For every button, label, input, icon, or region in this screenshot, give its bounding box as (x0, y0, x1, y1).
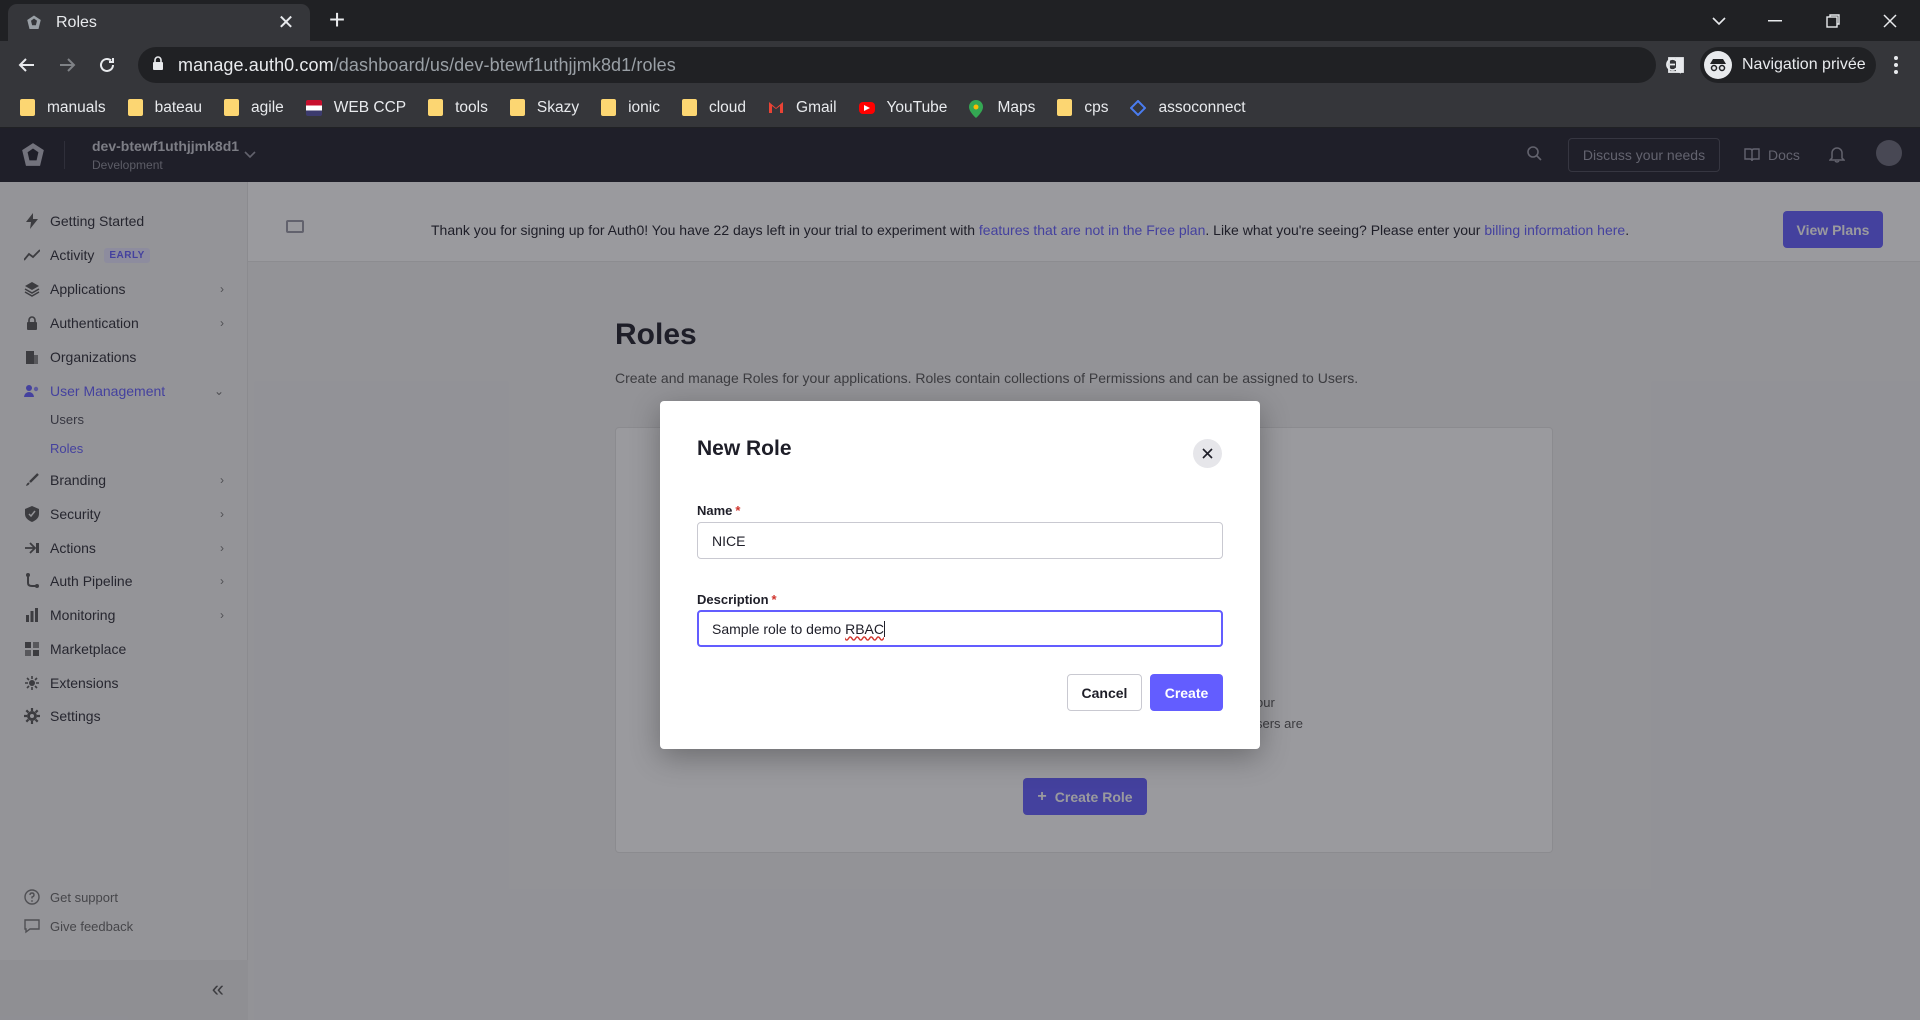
tab-close-icon[interactable]: ✕ (274, 10, 298, 35)
side-panel-icon[interactable] (1660, 49, 1692, 81)
required-marker: * (771, 592, 777, 607)
create-button[interactable]: Create (1150, 674, 1223, 711)
bookmark-manuals[interactable]: manuals (20, 99, 106, 117)
lock-icon (152, 55, 164, 75)
new-role-dialog: New Role Name * NICE Description * Sample … (660, 401, 1260, 749)
restore-icon[interactable] (1805, 0, 1861, 41)
bookmark-agile[interactable]: agile (224, 99, 284, 117)
close-window-icon[interactable] (1862, 0, 1918, 41)
bookmark-maps[interactable]: Maps (969, 98, 1036, 118)
folder-icon (20, 99, 35, 116)
bookmark-label: WEB CCP (333, 98, 407, 116)
bookmarks-bar: manuals bateau agile WEB CCP tools Skazy… (0, 88, 1920, 128)
description-label: Description * (697, 592, 777, 607)
description-value: Sample role to demo (712, 620, 846, 637)
url-text: manage.auth0.com/dashboard/us/dev-btewf1… (178, 55, 676, 76)
bookmark-bateau[interactable]: bateau (127, 98, 203, 117)
folder-icon (428, 99, 444, 116)
bookmark-gmail[interactable]: Gmail (768, 98, 837, 117)
reload-icon[interactable] (91, 49, 123, 81)
url-path: /dashboard/us/dev-btewf1uthjjmk8d1/roles (333, 54, 676, 75)
assoconnect-icon (1130, 99, 1147, 116)
browser-menu-icon[interactable] (1880, 49, 1912, 81)
incognito-profile-button[interactable]: Navigation privée (1700, 47, 1876, 83)
bookmark-label: cloud (708, 98, 747, 116)
role-description-input[interactable]: Sample role to demo RBAC (697, 610, 1223, 647)
bookmark-label: Gmail (796, 98, 837, 116)
auth0-favicon-icon (24, 13, 44, 33)
bookmark-label: manuals (47, 98, 106, 116)
bookmark-label: cps (1084, 98, 1109, 116)
name-label: Name * (697, 503, 740, 518)
bookmark-skazy[interactable]: Skazy (509, 98, 580, 117)
close-icon[interactable] (1193, 439, 1222, 468)
folder-icon (127, 99, 143, 116)
bookmark-label: Skazy (536, 98, 580, 116)
bookmark-ionic[interactable]: ionic (601, 99, 660, 117)
bookmark-assoconnect[interactable]: assoconnect (1130, 98, 1246, 117)
dialog-title: New Role (697, 437, 792, 460)
description-label-text: Description (697, 592, 769, 607)
minimize-icon[interactable] (1747, 0, 1803, 41)
role-name-input[interactable]: NICE (697, 522, 1223, 559)
profile-label: Navigation privée (1742, 56, 1866, 73)
bookmark-label: YouTube (886, 98, 948, 116)
browser-tab-bar: Roles ✕ + (0, 0, 1920, 41)
youtube-icon (858, 101, 875, 114)
folder-icon (601, 99, 617, 116)
bookmark-cps[interactable]: cps (1057, 99, 1108, 117)
gmail-icon (768, 100, 784, 116)
incognito-icon (1704, 51, 1732, 79)
bookmark-label: agile (251, 98, 284, 116)
tab-title: Roles (56, 13, 97, 31)
browser-toolbar: manage.auth0.com/dashboard/us/dev-btewf1… (0, 41, 1920, 88)
folder-icon (1057, 99, 1073, 116)
bookmark-label: assoconnect (1158, 98, 1246, 116)
folder-icon (224, 99, 240, 116)
folder-icon (509, 99, 525, 116)
bookmark-label: tools (455, 98, 488, 116)
folder-icon (681, 99, 697, 116)
tab-search-icon[interactable] (1691, 0, 1747, 41)
forward-icon[interactable] (51, 49, 83, 81)
new-tab-icon[interactable]: + (322, 6, 352, 36)
browser-tab[interactable]: Roles ✕ (8, 4, 310, 41)
bookmark-label: Maps (997, 98, 1036, 116)
required-marker: * (735, 503, 741, 518)
name-label-text: Name (697, 503, 733, 518)
bookmark-web-ccp[interactable]: WEB CCP (305, 98, 407, 117)
text-caret (883, 620, 885, 637)
description-value-misspelled: RBAC (845, 620, 884, 637)
flag-icon (305, 99, 322, 116)
bookmark-tools[interactable]: tools (428, 99, 488, 117)
bookmark-youtube[interactable]: YouTube (858, 98, 948, 117)
maps-icon (969, 99, 985, 118)
back-icon[interactable] (11, 49, 43, 81)
cancel-button[interactable]: Cancel (1067, 674, 1142, 711)
bookmark-label: ionic (628, 98, 660, 116)
bookmark-label: bateau (154, 98, 203, 116)
address-bar[interactable]: manage.auth0.com/dashboard/us/dev-btewf1… (138, 47, 1765, 83)
role-name-value: NICE (712, 532, 746, 549)
bookmark-cloud[interactable]: cloud (681, 98, 747, 117)
url-host: manage.auth0.com (178, 54, 334, 75)
